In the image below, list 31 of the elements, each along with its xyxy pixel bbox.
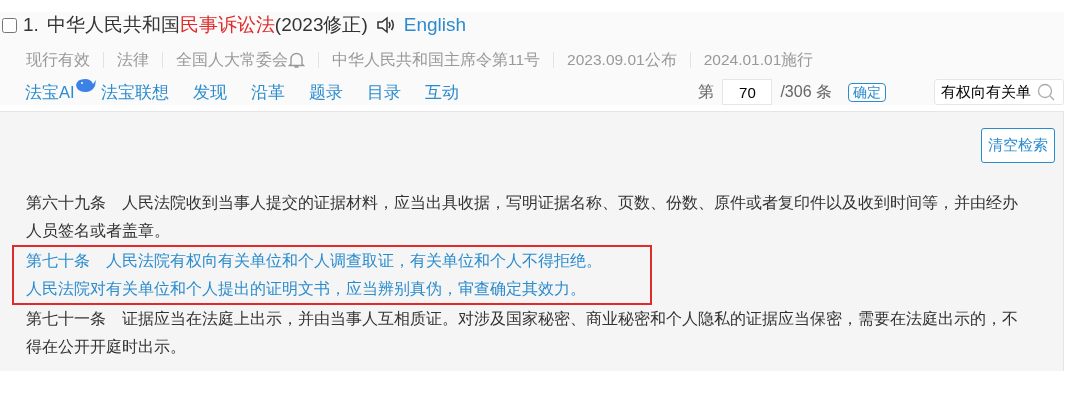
select-checkbox[interactable]	[2, 17, 17, 33]
article-text: 第六十九条 人民法院收到当事人提交的证据材料，应当出具收据，写明证据名称、页数、份数、原件或者复印件以及收到时间等，并由经办人员签名或者盖章。	[26, 192, 1019, 241]
whale-icon	[74, 77, 97, 94]
nav-link-text[interactable]: 法宝联想	[100, 79, 169, 105]
nav-link-text[interactable]: 沿革	[250, 79, 285, 105]
nav-link-text[interactable]: 题录	[308, 79, 343, 105]
nav-link-text[interactable]: 目录	[366, 79, 401, 105]
search-field[interactable]: 有权向有关单	[934, 79, 1064, 106]
meta-text: 中华人民共和国主席令第11号	[332, 50, 541, 70]
confirm-button[interactable]: 确定	[848, 82, 886, 102]
meta-text: 现行有效	[26, 50, 90, 70]
english-link[interactable]: English	[403, 12, 467, 38]
pager-label: 第	[698, 82, 715, 103]
nav-link-text[interactable]: 发现	[192, 79, 227, 105]
item-number: 1.	[23, 13, 39, 37]
nav-link-text[interactable]: 法宝AI	[25, 79, 75, 105]
article-text: 第七十一条 证据应当在法庭上出示，并由当事人互相质证。对涉及国家秘密、商业秘密和个人隐私的证据应当保密，需要在法庭出示的，不得在公开开庭时出示。	[26, 308, 1019, 357]
meta-text: 法律	[117, 50, 149, 70]
nav-link-text[interactable]: 互动	[424, 79, 459, 105]
meta-text: 2023.09.01公布	[567, 50, 677, 70]
bell-icon[interactable]	[288, 50, 305, 69]
meta-text: 全国人大常委会	[176, 50, 288, 70]
law-title[interactable]: 中华人民共和国民事诉讼法(2023修正)	[46, 12, 368, 38]
clear-search-button[interactable]: 清空检索	[981, 128, 1055, 163]
speaker-icon[interactable]	[375, 16, 396, 34]
article-text: 第七十条 人民法院有权向有关单位和个人调查取证，有关单位和个人不得拒绝。	[26, 250, 603, 271]
article-text: 人民法院对有关单位和个人提出的证明文书，应当辨别真伪，审查确定其效力。	[26, 278, 587, 299]
page-total: /306 条	[780, 82, 832, 103]
page-input[interactable]: 70	[722, 79, 773, 106]
search-icon[interactable]	[1037, 83, 1055, 102]
meta-text: 2024.01.01施行	[703, 50, 814, 70]
